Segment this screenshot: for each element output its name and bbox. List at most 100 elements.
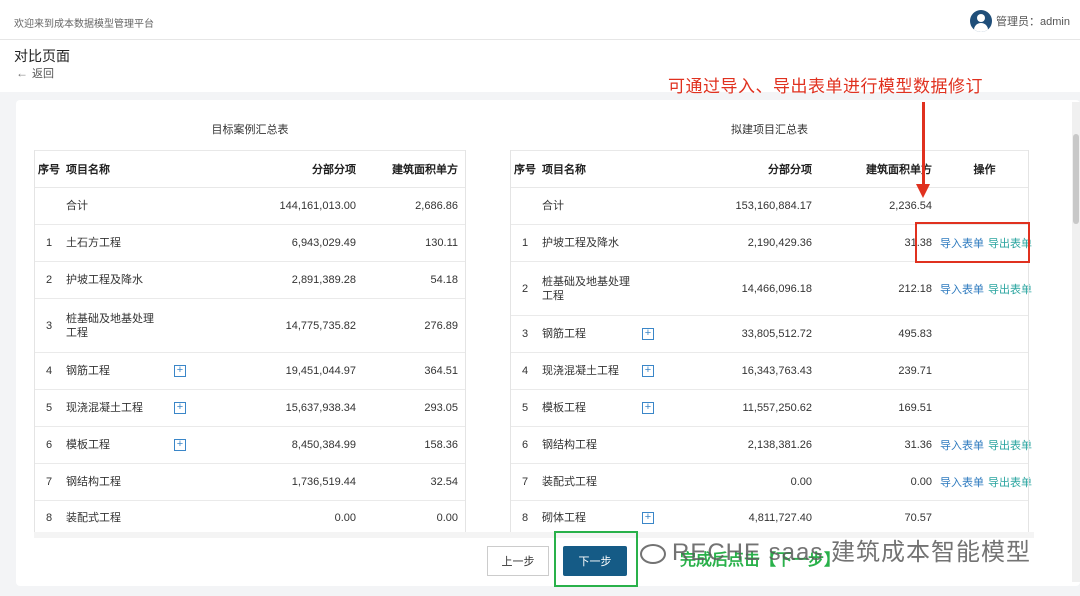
row-unit: 54.18	[364, 261, 466, 299]
import-form-link[interactable]: 导入表单	[940, 284, 984, 296]
table-row: 1 土石方工程 6,943,029.49 130.11	[34, 224, 466, 262]
back-link[interactable]: ← 返回	[16, 65, 54, 81]
row-unit: 495.83	[820, 315, 940, 353]
row-name: 装配式工程	[64, 500, 204, 535]
row-value: 33,805,512.72	[680, 315, 820, 353]
next-highlight-box	[554, 531, 638, 587]
row-name: 桩基础及地基处理工程	[66, 312, 154, 339]
expand-plus-icon[interactable]: +	[642, 402, 654, 414]
col-header-unit: 建筑面积单方	[364, 150, 466, 188]
table-row: 2 护坡工程及降水 2,891,389.28 54.18	[34, 261, 466, 299]
table-row: 2 桩基础及地基处理工程 14,466,096.18 212.18 导入表单 导出…	[510, 261, 1032, 316]
row-no: 6	[510, 426, 540, 464]
row-unit: 293.05	[364, 389, 466, 427]
row-no: 2	[34, 261, 64, 299]
row-name: 桩基础及地基处理工程	[542, 275, 630, 302]
col-header-no: 序号	[34, 150, 64, 188]
row-name: 钢结构工程	[540, 426, 680, 464]
expand-plus-icon[interactable]: +	[174, 402, 186, 414]
expand-plus-icon[interactable]: +	[642, 328, 654, 340]
back-label: 返回	[32, 68, 54, 80]
red-arrow-icon	[922, 102, 925, 186]
right-table-border	[510, 150, 511, 532]
row-unit: 0.00	[364, 500, 466, 535]
row-no: 4	[510, 352, 540, 390]
row-name: 钢结构工程	[64, 463, 204, 501]
col-header-ops: 操作	[940, 150, 1029, 188]
table-row: 8 砌体工程 + 4,811,727.40 70.57	[510, 500, 1029, 535]
left-table-border	[465, 150, 466, 532]
total-unit: 2,686.86	[364, 187, 466, 225]
total-row: 合计 144,161,013.00 2,686.86	[34, 187, 466, 225]
prev-step-button[interactable]: 上一步	[487, 546, 549, 576]
row-name: 钢筋工程	[66, 365, 110, 377]
row-value: 2,138,381.26	[680, 426, 820, 464]
row-no: 8	[510, 500, 540, 535]
export-form-link[interactable]: 导出表单	[988, 284, 1032, 296]
export-form-link[interactable]: 导出表单	[988, 477, 1032, 489]
row-value: 1,736,519.44	[204, 463, 364, 501]
row-unit: 276.89	[364, 298, 466, 353]
expand-plus-icon[interactable]: +	[642, 365, 654, 377]
col-header-value: 分部分项	[680, 150, 820, 188]
row-value: 14,775,735.82	[204, 298, 364, 353]
row-no: 5	[510, 389, 540, 427]
row-unit: 31.36	[820, 426, 940, 464]
expand-plus-icon[interactable]: +	[642, 511, 654, 524]
row-unit: 169.51	[820, 389, 940, 427]
ops-highlight-box	[915, 222, 1030, 263]
table-header-row: 序号 项目名称 分部分项 建筑面积单方	[34, 150, 466, 188]
target-case-table: 序号 项目名称 分部分项 建筑面积单方 合计 144,161,013.00 2,…	[34, 150, 466, 535]
row-value: 15,637,938.34	[204, 389, 364, 427]
wechat-icon	[640, 543, 666, 564]
row-name: 护坡工程及降水	[64, 261, 204, 299]
proposed-project-table: 序号 项目名称 分部分项 建筑面积单方 操作 合计 153,160,884.17…	[510, 150, 1032, 535]
expand-plus-icon[interactable]: +	[174, 439, 186, 451]
export-form-link[interactable]: 导出表单	[988, 440, 1032, 452]
table-row: 7 装配式工程 0.00 0.00 导入表单 导出表单	[510, 463, 1032, 501]
revision-hint: 可通过导入、导出表单进行模型数据修订	[668, 77, 983, 96]
total-value: 153,160,884.17	[680, 187, 820, 225]
left-table-border	[34, 150, 35, 532]
vertical-scroll-thumb[interactable]	[1073, 134, 1079, 224]
table-row: 3 钢筋工程 + 33,805,512.72 495.83	[510, 315, 1029, 353]
row-name: 装配式工程	[540, 463, 680, 501]
col-header-name: 项目名称	[540, 150, 680, 188]
user-label: 管理员：admin	[996, 16, 1070, 28]
row-unit: 239.71	[820, 352, 940, 390]
row-unit: 70.57	[820, 500, 940, 535]
watermark: RECHE saas 建筑成本智能模型	[640, 532, 1031, 567]
table-row: 6 钢结构工程 2,138,381.26 31.36 导入表单 导出表单	[510, 426, 1032, 464]
table-header-row: 序号 项目名称 分部分项 建筑面积单方 操作	[510, 150, 1029, 188]
table-row: 5 现浇混凝土工程 + 15,637,938.34 293.05	[34, 389, 466, 427]
row-name: 模板工程	[66, 439, 110, 451]
user-menu[interactable]: 管理员：admin	[970, 10, 1070, 32]
top-bar: 欢迎来到成本数据模型管理平台 管理员：admin	[0, 0, 1080, 40]
row-no: 7	[510, 463, 540, 501]
expand-plus-icon[interactable]: +	[174, 365, 186, 377]
row-value: 8,450,384.99	[204, 426, 364, 464]
total-label: 合计	[64, 187, 204, 225]
red-arrow-head-icon	[916, 184, 930, 198]
row-no: 3	[34, 298, 64, 353]
table-row: 4 现浇混凝土工程 + 16,343,763.43 239.71	[510, 352, 1029, 390]
page-title: 对比页面	[14, 48, 70, 64]
table-row: 5 模板工程 + 11,557,250.62 169.51	[510, 389, 1029, 427]
row-unit: 158.36	[364, 426, 466, 464]
row-value: 0.00	[680, 463, 820, 501]
total-row: 合计 153,160,884.17 2,236.54	[510, 187, 1029, 225]
row-no: 4	[34, 352, 64, 390]
col-header-value: 分部分项	[204, 150, 364, 188]
row-no: 6	[34, 426, 64, 464]
import-form-link[interactable]: 导入表单	[940, 477, 984, 489]
import-form-link[interactable]: 导入表单	[940, 440, 984, 452]
col-header-no: 序号	[510, 150, 540, 188]
table-row: 6 模板工程 + 8,450,384.99 158.36	[34, 426, 466, 464]
welcome-text: 欢迎来到成本数据模型管理平台	[14, 19, 154, 30]
row-name: 模板工程	[542, 402, 586, 414]
col-header-name: 项目名称	[64, 150, 204, 188]
row-unit: 32.54	[364, 463, 466, 501]
row-no: 1	[34, 224, 64, 262]
right-table-caption: 拟建项目汇总表	[731, 124, 808, 136]
row-value: 4,811,727.40	[680, 500, 820, 535]
